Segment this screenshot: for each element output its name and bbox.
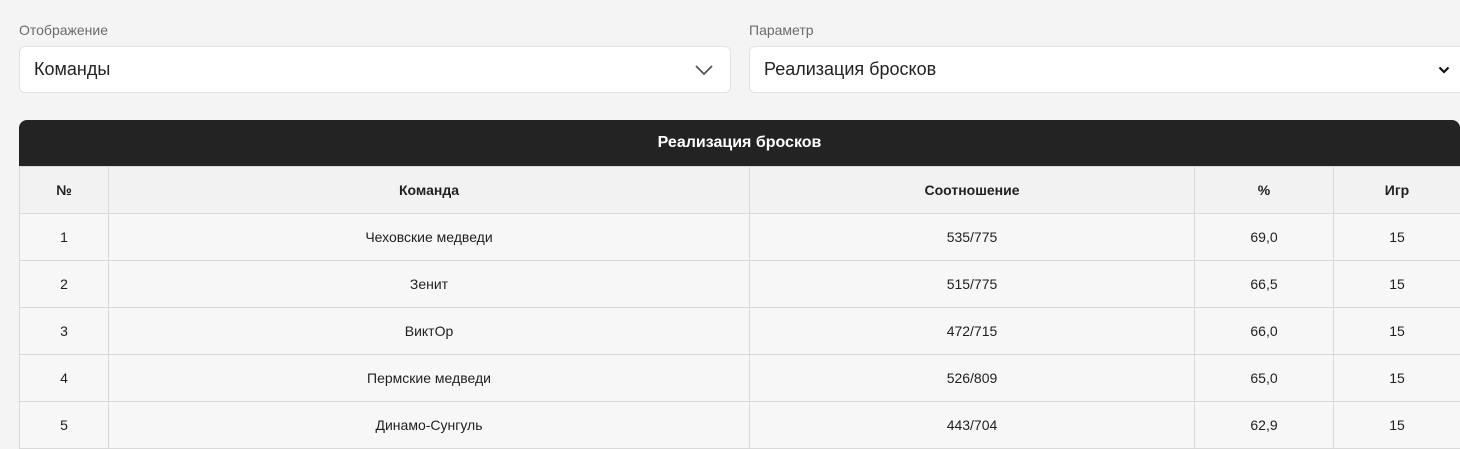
cell-percent: 69,0	[1195, 214, 1334, 261]
cell-games: 15	[1334, 402, 1460, 449]
cell-ratio: 443/704	[750, 402, 1195, 449]
table-header-row: № Команда Соотношение % Игр	[20, 167, 1460, 214]
display-filter-label: Отображение	[19, 22, 108, 38]
cell-ratio: 535/775	[750, 214, 1195, 261]
filters-bar: Отображение Команды Параметр Реализация …	[0, 0, 1460, 110]
column-header-ratio[interactable]: Соотношение	[750, 167, 1195, 214]
parameter-select[interactable]: Реализация бросков	[749, 46, 1460, 93]
cell-percent: 65,0	[1195, 355, 1334, 402]
stats-table-panel: Реализация бросков № Команда Соотношение…	[19, 120, 1460, 449]
table-row: 3 ВиктОр 472/715 66,0 15	[20, 308, 1460, 355]
cell-ratio: 526/809	[750, 355, 1195, 402]
cell-ratio: 515/775	[750, 261, 1195, 308]
cell-games: 15	[1334, 308, 1460, 355]
cell-team: ВиктОр	[109, 308, 750, 355]
cell-percent: 62,9	[1195, 402, 1334, 449]
table-row: 1 Чеховские медведи 535/775 69,0 15	[20, 214, 1460, 261]
cell-team: Пермские медведи	[109, 355, 750, 402]
table-row: 5 Динамо-Сунгуль 443/704 62,9 15	[20, 402, 1460, 449]
cell-team: Зенит	[109, 261, 750, 308]
cell-rank: 1	[20, 214, 109, 261]
cell-rank: 3	[20, 308, 109, 355]
parameter-select-value: Реализация бросков	[764, 59, 936, 80]
cell-games: 15	[1334, 214, 1460, 261]
chevron-down-icon	[694, 64, 714, 76]
display-select[interactable]: Команды	[19, 46, 731, 93]
table-title: Реализация бросков	[19, 120, 1460, 166]
table-row: 4 Пермские медведи 526/809 65,0 15	[20, 355, 1460, 402]
cell-games: 15	[1334, 261, 1460, 308]
cell-team: Динамо-Сунгуль	[109, 402, 750, 449]
column-header-number[interactable]: №	[20, 167, 109, 214]
cell-team: Чеховские медведи	[109, 214, 750, 261]
column-header-percent[interactable]: %	[1195, 167, 1334, 214]
column-header-team[interactable]: Команда	[109, 167, 750, 214]
display-select-value: Команды	[34, 59, 110, 80]
cell-ratio: 472/715	[750, 308, 1195, 355]
parameter-filter-label: Параметр	[749, 22, 814, 38]
cell-rank: 5	[20, 402, 109, 449]
cell-games: 15	[1334, 355, 1460, 402]
column-header-games[interactable]: Игр	[1334, 167, 1460, 214]
stats-table: № Команда Соотношение % Игр 1 Чеховские …	[19, 166, 1460, 449]
cell-percent: 66,5	[1195, 261, 1334, 308]
cell-rank: 2	[20, 261, 109, 308]
cell-percent: 66,0	[1195, 308, 1334, 355]
cell-rank: 4	[20, 355, 109, 402]
chevron-down-icon	[1438, 66, 1450, 74]
table-row: 2 Зенит 515/775 66,5 15	[20, 261, 1460, 308]
